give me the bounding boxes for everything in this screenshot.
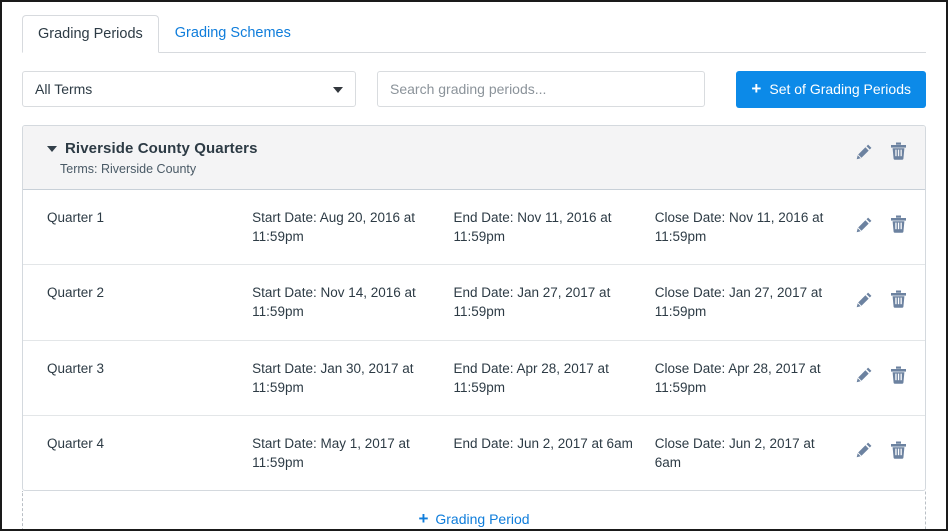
tab-grading-periods[interactable]: Grading Periods <box>22 15 159 53</box>
trash-icon[interactable] <box>890 215 907 233</box>
period-start-date: Start Date: Jan 30, 2017 at 11:59pm <box>252 360 414 395</box>
period-title: Quarter 3 <box>47 360 105 376</box>
pencil-icon[interactable] <box>856 441 873 458</box>
period-start-date: Start Date: Aug 20, 2016 at 11:59pm <box>252 210 416 245</box>
caret-down-icon[interactable] <box>47 145 57 152</box>
term-filter-select[interactable]: All Terms <box>22 71 356 107</box>
row-actions <box>856 208 907 233</box>
chevron-down-icon <box>333 87 343 93</box>
tab-grading-schemes[interactable]: Grading Schemes <box>159 14 307 52</box>
trash-icon[interactable] <box>890 441 907 459</box>
add-set-of-grading-periods-label: Set of Grading Periods <box>769 81 911 97</box>
add-grading-period-label: Grading Period <box>435 511 530 528</box>
set-title: Riverside County Quarters <box>65 140 258 157</box>
row-actions <box>856 434 907 459</box>
table-row: Quarter 4 Start Date: May 1, 2017 at 11:… <box>23 416 925 490</box>
toolbar: All Terms + Set of Grading Periods <box>22 70 926 108</box>
period-title: Quarter 4 <box>47 435 105 451</box>
period-start-date: Start Date: May 1, 2017 at 11:59pm <box>252 435 410 471</box>
period-close-date: Close Date: Jun 2, 2017 at 6am <box>654 435 815 471</box>
tab-grading-periods-label: Grading Periods <box>38 25 143 42</box>
tab-grading-schemes-label: Grading Schemes <box>174 25 291 42</box>
set-terms: Terms: Riverside County <box>60 162 197 176</box>
trash-icon[interactable] <box>890 366 907 384</box>
plus-icon: + <box>418 508 429 528</box>
add-grading-period-zone: + Grading Period <box>22 491 926 529</box>
period-title: Quarter 1 <box>47 210 105 225</box>
period-close-date: Close Date: Jan 27, 2017 at 11:59pm <box>654 285 823 320</box>
period-end-date: End Date: Nov 11, 2016 at 11:59pm <box>453 210 612 245</box>
period-end-date: End Date: Apr 28, 2017 at 11:59pm <box>453 360 609 395</box>
add-grading-period-link[interactable]: + Grading Period <box>418 508 530 528</box>
page-root: Grading Periods Grading Schemes All Term… <box>0 0 948 531</box>
set-header[interactable]: Riverside County Quarters Terms: Riversi… <box>23 126 925 190</box>
period-title: Quarter 2 <box>47 285 105 301</box>
add-set-of-grading-periods-button[interactable]: + Set of Grading Periods <box>736 70 926 108</box>
trash-icon[interactable] <box>890 290 907 309</box>
tab-strip: Grading Periods Grading Schemes <box>22 14 926 53</box>
row-actions <box>856 283 907 309</box>
table-row: Quarter 3 Start Date: Jan 30, 2017 at 11… <box>23 341 925 416</box>
pencil-icon[interactable] <box>856 366 873 383</box>
set-header-text: Riverside County Quarters Terms: Riversi… <box>47 140 856 176</box>
table-row: Quarter 2 Start Date: Nov 14, 2016 at 11… <box>23 265 925 341</box>
grading-period-set-card: Riverside County Quarters Terms: Riversi… <box>22 125 926 492</box>
set-title-row: Riverside County Quarters <box>47 140 856 157</box>
pencil-icon[interactable] <box>856 216 873 233</box>
period-end-date: End Date: Jun 2, 2017 at 6am <box>453 435 633 451</box>
search-input[interactable] <box>377 71 705 107</box>
pencil-icon[interactable] <box>856 143 873 160</box>
plus-icon: + <box>751 78 762 98</box>
period-close-date: Close Date: Nov 11, 2016 at 11:59pm <box>654 210 824 245</box>
period-start-date: Start Date: Nov 14, 2016 at 11:59pm <box>252 285 416 320</box>
page-content: Grading Periods Grading Schemes All Term… <box>2 2 946 529</box>
period-end-date: End Date: Jan 27, 2017 at 11:59pm <box>453 285 611 320</box>
row-actions <box>856 359 907 384</box>
period-close-date: Close Date: Apr 28, 2017 at 11:59pm <box>654 360 821 395</box>
set-actions <box>856 140 907 160</box>
table-row: Quarter 1 Start Date: Aug 20, 2016 at 11… <box>23 190 925 266</box>
pencil-icon[interactable] <box>856 291 873 308</box>
trash-icon[interactable] <box>890 142 907 160</box>
term-filter-value: All Terms <box>35 81 93 97</box>
